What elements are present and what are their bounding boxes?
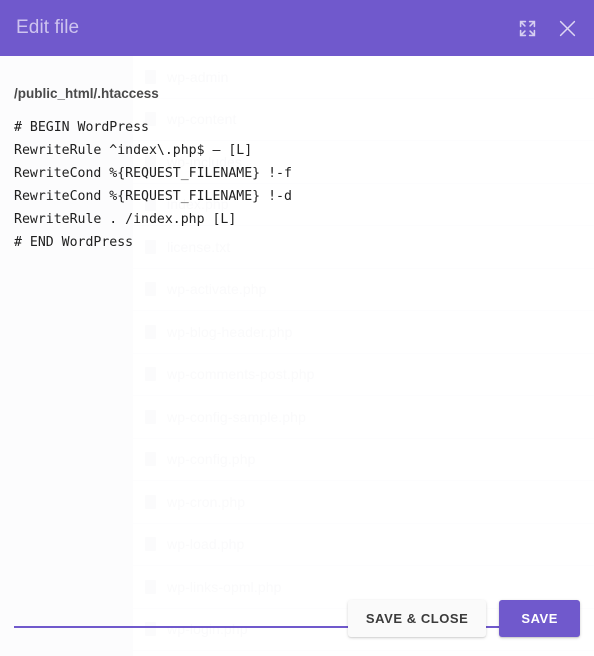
save-and-close-button[interactable]: SAVE & CLOSE <box>347 599 487 637</box>
modal-header-actions <box>514 15 580 41</box>
save-button[interactable]: SAVE <box>499 599 580 637</box>
modal-header: Edit file <box>0 0 594 56</box>
expand-icon[interactable] <box>514 15 540 41</box>
modal-footer: SAVE & CLOSE SAVE <box>0 580 594 656</box>
close-icon[interactable] <box>554 15 580 41</box>
file-content-editor[interactable] <box>14 116 580 628</box>
file-path-label: /public_html/.htaccess <box>14 86 159 101</box>
edit-file-modal: Edit file /public_html/.htaccess # BEGIN… <box>0 0 594 656</box>
modal-title: Edit file <box>16 17 80 38</box>
modal-body: /public_html/.htaccess SAVE & CLOSE SAVE <box>0 56 594 656</box>
editor-container <box>14 116 580 628</box>
